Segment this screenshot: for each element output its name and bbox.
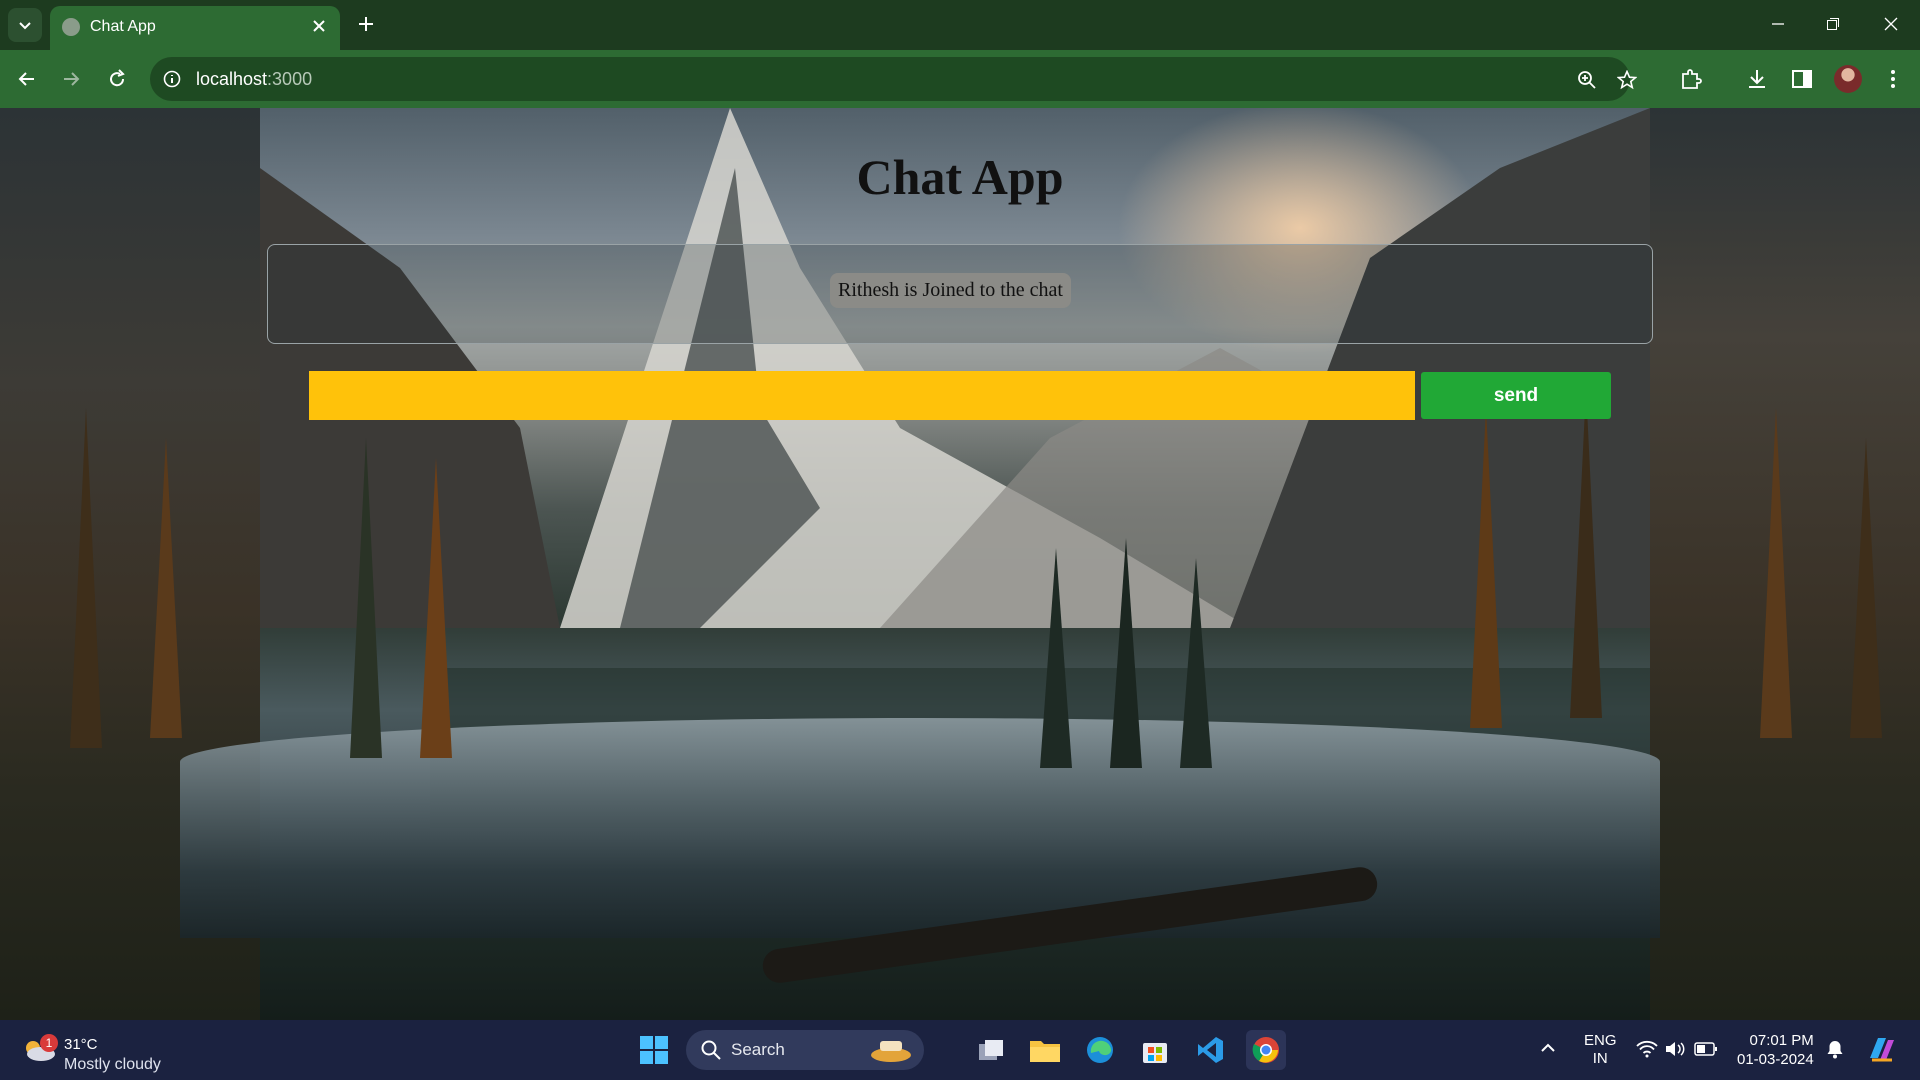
chevron-up-icon xyxy=(1541,1043,1555,1052)
forward-button[interactable] xyxy=(56,64,86,94)
restore-button[interactable] xyxy=(1818,10,1848,38)
minimize-icon xyxy=(1772,23,1784,25)
kebab-menu-icon xyxy=(1891,70,1895,88)
copilot-icon[interactable] xyxy=(1866,1034,1898,1068)
arrow-right-icon xyxy=(64,72,80,86)
start-button[interactable] xyxy=(634,1030,674,1070)
weather-widget[interactable]: 1 31°C Mostly cloudy xyxy=(22,1028,202,1073)
task-view-icon xyxy=(979,1040,1003,1060)
vscode-button[interactable] xyxy=(1190,1030,1230,1070)
send-button[interactable]: send xyxy=(1421,372,1611,419)
taskbar: 1 31°C Mostly cloudy Search ENG IN 07:01… xyxy=(0,1020,1920,1080)
edge-button[interactable] xyxy=(1080,1030,1120,1070)
globe-icon xyxy=(62,18,80,36)
chrome-button[interactable] xyxy=(1246,1030,1286,1070)
language-indicator[interactable]: ENG IN xyxy=(1584,1032,1617,1068)
store-button[interactable] xyxy=(1135,1030,1175,1070)
tree xyxy=(1040,548,1072,768)
tree xyxy=(1110,538,1142,768)
message-input[interactable] xyxy=(309,371,1415,420)
back-button[interactable] xyxy=(12,64,42,94)
chat-messages-box: Rithesh is Joined to the chat xyxy=(267,244,1653,344)
volume-icon[interactable] xyxy=(1664,1040,1686,1062)
tree xyxy=(1760,408,1792,738)
tree xyxy=(1850,438,1882,738)
browser-tabstrip: Chat App xyxy=(0,0,1920,50)
tree xyxy=(1180,558,1212,768)
tree xyxy=(1570,388,1602,718)
chat-message: Rithesh is Joined to the chat xyxy=(830,273,1071,308)
side-panel-button[interactable] xyxy=(1787,64,1817,94)
language-code: ENG xyxy=(1584,1032,1617,1049)
address-bar[interactable]: localhost:3000 xyxy=(150,57,1637,101)
notification-bell-icon[interactable] xyxy=(1826,1039,1844,1063)
close-window-button[interactable] xyxy=(1876,10,1906,38)
tab-title: Chat App xyxy=(90,18,156,35)
battery-icon[interactable] xyxy=(1694,1041,1718,1061)
tab-chat-app[interactable]: Chat App xyxy=(50,6,340,50)
bookmark-star-icon[interactable] xyxy=(1616,69,1638,91)
task-view-button[interactable] xyxy=(971,1030,1011,1070)
new-tab-button[interactable] xyxy=(352,10,380,38)
minimize-button[interactable] xyxy=(1763,10,1793,38)
wifi-icon[interactable] xyxy=(1636,1040,1658,1062)
side-panel-icon xyxy=(1792,70,1812,88)
page-viewport: Chat App Rithesh is Joined to the chat s… xyxy=(0,108,1920,1020)
folder-icon xyxy=(1030,1041,1060,1062)
extensions-button[interactable] xyxy=(1676,64,1706,94)
weather-description: Mostly cloudy xyxy=(64,1056,161,1073)
show-hidden-icons-button[interactable] xyxy=(1540,1040,1556,1060)
reload-button[interactable] xyxy=(102,64,132,94)
search-label: Search xyxy=(731,1040,785,1059)
reload-icon xyxy=(110,69,125,87)
edge-icon xyxy=(1087,1037,1113,1063)
tree xyxy=(150,438,182,738)
clock-time: 07:01 PM xyxy=(1749,1032,1814,1049)
url-text[interactable]: localhost:3000 xyxy=(196,69,312,90)
url-port: :3000 xyxy=(267,69,313,89)
tree xyxy=(1470,408,1502,728)
zoom-icon[interactable] xyxy=(1576,69,1598,91)
search-icon xyxy=(701,1040,721,1060)
store-icon xyxy=(1143,1043,1167,1063)
windows-logo-icon xyxy=(640,1036,668,1064)
tree xyxy=(420,458,452,758)
browser-toolbar: localhost:3000 xyxy=(0,50,1920,108)
tree xyxy=(350,438,382,758)
arrow-left-icon xyxy=(18,72,34,86)
background-lake xyxy=(180,718,1660,938)
weather-badge: 1 xyxy=(40,1034,58,1052)
downloads-button[interactable] xyxy=(1742,64,1772,94)
region-code: IN xyxy=(1592,1050,1608,1067)
clock[interactable]: 07:01 PM 01-03-2024 xyxy=(1737,1031,1814,1069)
vscode-icon xyxy=(1198,1037,1223,1063)
tab-search-button[interactable] xyxy=(8,8,42,42)
chrome-icon xyxy=(1252,1037,1279,1063)
search-highlight-icon xyxy=(871,1041,911,1062)
file-explorer-button[interactable] xyxy=(1025,1030,1065,1070)
site-info-icon[interactable] xyxy=(162,69,182,89)
browser-menu-button[interactable] xyxy=(1878,64,1908,94)
tab-close-icon[interactable] xyxy=(308,15,330,37)
taskbar-search[interactable]: Search xyxy=(686,1030,924,1070)
close-icon xyxy=(1884,17,1898,31)
profile-avatar[interactable] xyxy=(1834,65,1862,93)
restore-icon xyxy=(1827,18,1839,30)
download-icon xyxy=(1749,70,1765,88)
puzzle-icon xyxy=(1682,69,1702,89)
clock-date: 01-03-2024 xyxy=(1737,1051,1814,1068)
tree xyxy=(70,408,102,748)
weather-temperature: 31°C xyxy=(64,1036,98,1053)
url-host: localhost xyxy=(196,69,268,89)
page-title: Chat App xyxy=(856,149,1064,205)
plus-icon xyxy=(359,17,373,31)
chevron-down-icon xyxy=(19,22,31,30)
